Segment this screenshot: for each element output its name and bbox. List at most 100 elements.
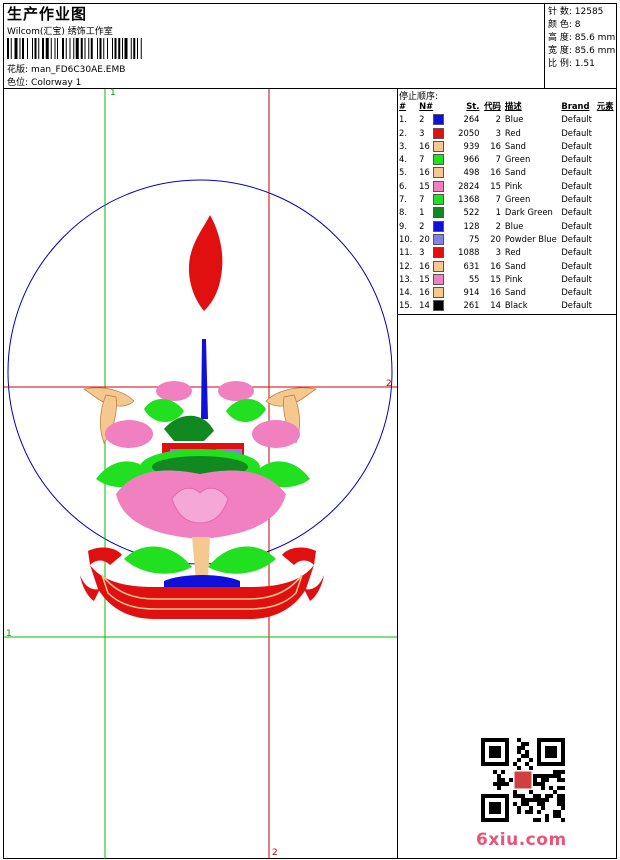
row-index: 15.: [399, 300, 413, 311]
row-index: 9.: [399, 220, 407, 231]
row-code: 3: [495, 247, 501, 258]
row-description: Sand: [504, 260, 526, 271]
row-needle: 1: [419, 207, 425, 218]
row-color-swatch: [433, 220, 447, 233]
row-color-swatch: [433, 140, 447, 153]
row-brand: Default: [561, 127, 592, 138]
page-title: 生产作业图: [7, 5, 88, 23]
col-needle: N#: [419, 101, 434, 111]
colorway-value: Colorway 1: [31, 78, 82, 88]
row-stitches: 55: [468, 273, 480, 284]
company-name: Wilcom(汇宝) 绣饰工作室: [7, 27, 113, 37]
guide-label-h2: 2: [386, 379, 392, 389]
row-code: 15: [490, 180, 501, 191]
row-brand: Default: [561, 180, 592, 191]
row-stitches: 264: [463, 114, 480, 125]
row-brand: Default: [561, 287, 592, 298]
row-brand: Default: [561, 194, 592, 205]
row-element: [597, 286, 620, 299]
row-description: Dark Green: [504, 207, 553, 218]
colorway-label: 色位:: [7, 78, 29, 88]
design-row: 花版: man_FD6C30AE.EMB: [7, 62, 125, 75]
row-description: Sand: [504, 287, 526, 298]
table-row: 5. 16 498 16 Sand Default: [397, 166, 620, 179]
design-preview: [4, 89, 397, 859]
row-element: [597, 206, 620, 219]
qr-seal-logo: [514, 771, 532, 789]
design-file: man_FD6C30AE.EMB: [31, 65, 126, 75]
stop-table-bottom-line: [397, 314, 617, 315]
row-code: 14: [490, 300, 501, 311]
row-description: Green: [504, 194, 531, 205]
row-needle: 15: [419, 273, 430, 284]
row-needle: 7: [419, 194, 425, 205]
row-color-swatch: [433, 233, 447, 246]
col-element: 元素: [596, 101, 614, 111]
row-index: 14.: [399, 287, 413, 298]
row-element: [597, 260, 620, 273]
row-index: 12.: [399, 260, 413, 271]
row-brand: Default: [561, 114, 592, 125]
row-index: 11.: [399, 247, 413, 258]
row-needle: 7: [419, 154, 425, 165]
row-description: Pink: [504, 180, 523, 191]
row-description: Powder Blue: [504, 233, 557, 244]
row-color-swatch: [433, 260, 447, 273]
row-color-swatch: [433, 206, 447, 219]
row-needle: 2: [419, 114, 425, 125]
row-needle: 16: [419, 167, 430, 178]
row-needle: 20: [419, 233, 430, 244]
table-row: 4. 7 966 7 Green Default: [397, 153, 620, 166]
row-brand: Default: [561, 233, 592, 244]
row-element: [597, 193, 620, 206]
col-swatch: [433, 100, 447, 113]
row-element: [597, 127, 620, 140]
row-stitches: 1088: [458, 247, 480, 258]
row-index: 2.: [399, 127, 407, 138]
row-element: [597, 299, 620, 312]
row-stitches: 2824: [458, 180, 480, 191]
row-index: 7.: [399, 194, 407, 205]
table-row: 7. 7 1368 7 Green Default: [397, 193, 620, 206]
row-stitches: 261: [463, 300, 480, 311]
stat-height: 高 度: 85.6 mm: [548, 33, 616, 43]
row-element: [597, 180, 620, 193]
row-stitches: 498: [463, 167, 480, 178]
table-row: 9. 2 128 2 Blue Default: [397, 220, 620, 233]
row-description: Red: [504, 127, 521, 138]
row-color-swatch: [433, 127, 447, 140]
row-stitches: 128: [463, 220, 480, 231]
barcode: [7, 38, 142, 59]
row-code: 20: [490, 233, 501, 244]
row-brand: Default: [561, 300, 592, 311]
row-color-swatch: [433, 193, 447, 206]
row-brand: Default: [561, 260, 592, 271]
row-index: 6.: [399, 180, 407, 191]
design-label: 花版:: [7, 65, 29, 75]
row-code: 2: [495, 114, 501, 125]
row-description: Black: [504, 300, 528, 311]
row-index: 13.: [399, 273, 413, 284]
row-element: [597, 140, 620, 153]
stats-panel: 针 数: 12585 颜 色: 8 高 度: 85.6 mm 宽 度: 85.6…: [548, 6, 615, 71]
row-element: [597, 166, 620, 179]
row-description: Sand: [504, 140, 526, 151]
row-color-swatch: [433, 286, 447, 299]
row-needle: 14: [419, 300, 430, 311]
row-stitches: 1368: [458, 194, 480, 205]
row-stitches: 75: [468, 233, 480, 244]
row-code: 15: [490, 273, 501, 284]
table-row: 11. 3 1088 3 Red Default: [397, 246, 620, 259]
table-row: 1. 2 264 2 Blue Default: [397, 113, 620, 126]
row-element: [597, 220, 620, 233]
row-brand: Default: [561, 247, 592, 258]
row-stitches: 522: [463, 207, 480, 218]
row-description: Blue: [504, 220, 524, 231]
col-stitches: St.: [466, 101, 480, 111]
row-description: Red: [504, 247, 521, 258]
row-needle: 3: [419, 247, 425, 258]
row-index: 4.: [399, 154, 407, 165]
row-index: 5.: [399, 167, 407, 178]
table-row: 13. 15 55 15 Pink Default: [397, 273, 620, 286]
stat-scale: 比 例: 1.51: [548, 59, 595, 69]
